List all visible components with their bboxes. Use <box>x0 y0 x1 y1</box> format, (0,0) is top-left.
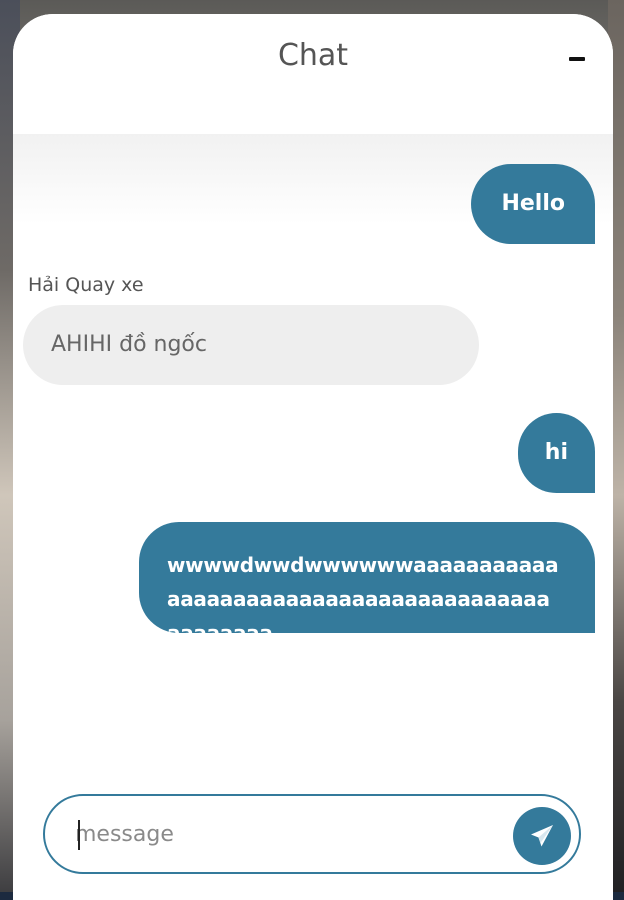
outgoing-message: wwwwdwwdwwwwwwaaaaaaaaaaaaaaaaaaaaaaaaaa… <box>139 522 595 645</box>
paper-plane-icon <box>531 825 553 847</box>
text-caret <box>78 820 80 850</box>
chat-widget: Chat Hello Hải Quay xe AHIHI đồ ngốc hi … <box>13 14 613 900</box>
message-input[interactable] <box>75 796 495 872</box>
send-button[interactable] <box>513 807 571 865</box>
incoming-message: AHIHI đồ ngốc <box>23 305 479 385</box>
chat-title: Chat <box>277 38 349 73</box>
minimize-button[interactable] <box>561 44 591 74</box>
outgoing-message: hi <box>517 413 595 493</box>
message-list[interactable]: Hello Hải Quay xe AHIHI đồ ngốc hi wwwwd… <box>13 134 613 774</box>
chat-header: Chat <box>13 14 613 134</box>
message-composer <box>43 794 581 874</box>
sender-name: Hải Quay xe <box>28 274 144 296</box>
minimize-icon <box>569 57 585 61</box>
outgoing-message: Hello <box>471 164 595 244</box>
